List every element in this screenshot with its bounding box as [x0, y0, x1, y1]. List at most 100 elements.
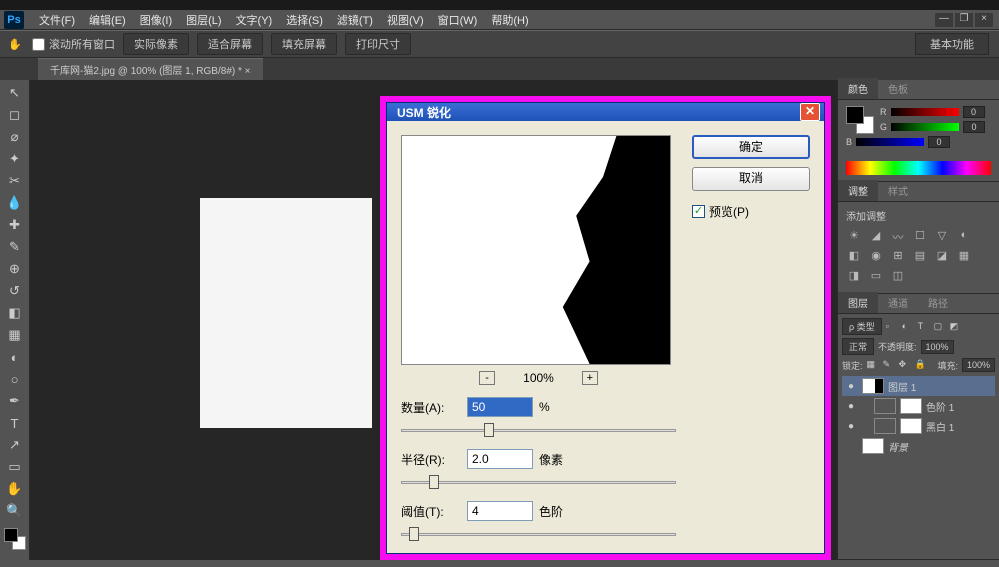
layer-thumb[interactable] [862, 438, 884, 454]
tab-adjustments[interactable]: 调整 [838, 180, 878, 201]
radius-input[interactable] [467, 449, 533, 469]
pen-tool-icon[interactable]: ✒ [5, 392, 25, 410]
workspace-dropdown[interactable]: 基本功能 [915, 33, 989, 55]
exposure-icon[interactable]: ☐ [912, 229, 928, 243]
actual-pixels-button[interactable]: 实际像素 [123, 33, 189, 55]
lock-pixel-icon[interactable]: ✎ [883, 359, 895, 371]
bw-icon[interactable]: ◧ [846, 249, 862, 263]
hand-tool-icon[interactable]: ✋ [6, 35, 24, 53]
panel-color-swatch[interactable] [846, 106, 874, 134]
visibility-icon[interactable]: ● [844, 421, 858, 432]
layer-row[interactable]: 背景 [842, 436, 995, 456]
eyedropper-tool-icon[interactable]: 💧 [5, 194, 25, 212]
preview-checkbox[interactable]: ✓ [692, 205, 705, 218]
heal-tool-icon[interactable]: ✚ [5, 216, 25, 234]
g-slider[interactable] [891, 123, 959, 131]
threshold-slider[interactable] [401, 525, 676, 543]
levels-icon[interactable]: ◢ [868, 229, 884, 243]
blend-mode-dropdown[interactable]: 正常 [842, 338, 874, 355]
tab-styles[interactable]: 样式 [878, 180, 918, 201]
adj-thumb[interactable] [874, 398, 896, 414]
amount-slider[interactable] [401, 421, 676, 439]
r-value[interactable]: 0 [963, 106, 985, 118]
path-tool-icon[interactable]: ↗ [5, 436, 25, 454]
ok-button[interactable]: 确定 [692, 135, 810, 159]
menu-select[interactable]: 选择(S) [279, 12, 330, 28]
close-icon[interactable]: × [975, 13, 993, 27]
adj-thumb[interactable] [874, 418, 896, 434]
r-slider[interactable] [891, 108, 959, 116]
color-swatch[interactable] [4, 528, 26, 550]
lock-trans-icon[interactable]: ▦ [867, 359, 879, 371]
layer-kind-dropdown[interactable]: ρ 类型 [842, 318, 882, 335]
visibility-icon[interactable]: ● [844, 401, 858, 412]
blur-tool-icon[interactable]: ◐ [5, 348, 25, 366]
cancel-button[interactable]: 取消 [692, 167, 810, 191]
dialog-titlebar[interactable]: USM 锐化 ✕ [387, 103, 824, 121]
menu-image[interactable]: 图像(I) [133, 12, 179, 28]
layer-row[interactable]: ● 黑白 1 [842, 416, 995, 436]
threshold-icon[interactable]: ◨ [846, 269, 862, 283]
filter-type-icon[interactable]: T [918, 321, 930, 333]
tab-paths[interactable]: 路径 [918, 292, 958, 313]
tab-color[interactable]: 颜色 [838, 78, 878, 99]
zoom-out-button[interactable]: - [479, 371, 495, 385]
fill-screen-button[interactable]: 填充屏幕 [271, 33, 337, 55]
lookup-icon[interactable]: ▤ [912, 249, 928, 263]
maximize-icon[interactable]: ❐ [955, 13, 973, 27]
b-value[interactable]: 0 [928, 136, 950, 148]
crop-tool-icon[interactable]: ✂ [5, 172, 25, 190]
print-size-button[interactable]: 打印尺寸 [345, 33, 411, 55]
scroll-all-checkbox[interactable] [32, 38, 45, 51]
brightness-icon[interactable]: ☀ [846, 229, 862, 243]
amount-input[interactable] [467, 397, 533, 417]
eraser-tool-icon[interactable]: ◧ [5, 304, 25, 322]
layer-name[interactable]: 图层 1 [888, 379, 993, 394]
menu-window[interactable]: 窗口(W) [431, 12, 485, 28]
document-canvas[interactable] [200, 198, 372, 428]
zoom-tool-icon[interactable]: 🔍 [5, 502, 25, 520]
history-tool-icon[interactable]: ↺ [5, 282, 25, 300]
mask-thumb[interactable] [900, 398, 922, 414]
menu-filter[interactable]: 滤镜(T) [330, 12, 380, 28]
filter-pixel-icon[interactable]: ▫ [886, 321, 898, 333]
layer-thumb[interactable] [862, 378, 884, 394]
preview-area[interactable] [401, 135, 671, 365]
tab-channels[interactable]: 通道 [878, 292, 918, 313]
move-tool-icon[interactable]: ↖ [5, 84, 25, 102]
shape-tool-icon[interactable]: ▭ [5, 458, 25, 476]
visibility-icon[interactable]: ● [844, 381, 858, 392]
hand-tool-icon[interactable]: ✋ [5, 480, 25, 498]
mask-thumb[interactable] [900, 418, 922, 434]
filter-adj-icon[interactable]: ◐ [902, 321, 914, 333]
vibrance-icon[interactable]: ▽ [934, 229, 950, 243]
brush-tool-icon[interactable]: ✎ [5, 238, 25, 256]
tab-swatches[interactable]: 色板 [878, 78, 918, 99]
filter-shape-icon[interactable]: ▢ [934, 321, 946, 333]
dodge-tool-icon[interactable]: ○ [5, 370, 25, 388]
fit-screen-button[interactable]: 适合屏幕 [197, 33, 263, 55]
layer-name[interactable]: 黑白 1 [926, 419, 993, 434]
opacity-value[interactable]: 100% [921, 340, 954, 354]
menu-layer[interactable]: 图层(L) [179, 12, 228, 28]
layer-row[interactable]: ● 图层 1 [842, 376, 995, 396]
selcolor-icon[interactable]: ◫ [890, 269, 906, 283]
marquee-tool-icon[interactable]: ◻ [5, 106, 25, 124]
poster-icon[interactable]: ▦ [956, 249, 972, 263]
zoom-in-button[interactable]: + [582, 371, 598, 385]
type-tool-icon[interactable]: T [5, 414, 25, 432]
threshold-input[interactable] [467, 501, 533, 521]
menu-edit[interactable]: 编辑(E) [82, 12, 133, 28]
layer-row[interactable]: ● 色阶 1 [842, 396, 995, 416]
minimize-icon[interactable]: — [935, 13, 953, 27]
menu-view[interactable]: 视图(V) [380, 12, 431, 28]
menu-file[interactable]: 文件(F) [32, 12, 82, 28]
photo-filter-icon[interactable]: ◉ [868, 249, 884, 263]
stamp-tool-icon[interactable]: ⊕ [5, 260, 25, 278]
lock-all-icon[interactable]: 🔒 [915, 359, 927, 371]
lasso-tool-icon[interactable]: ⌀ [5, 128, 25, 146]
hue-icon[interactable]: ◐ [956, 229, 972, 243]
gradient-tool-icon[interactable]: ▦ [5, 326, 25, 344]
fill-value[interactable]: 100% [962, 358, 995, 372]
g-value[interactable]: 0 [963, 121, 985, 133]
